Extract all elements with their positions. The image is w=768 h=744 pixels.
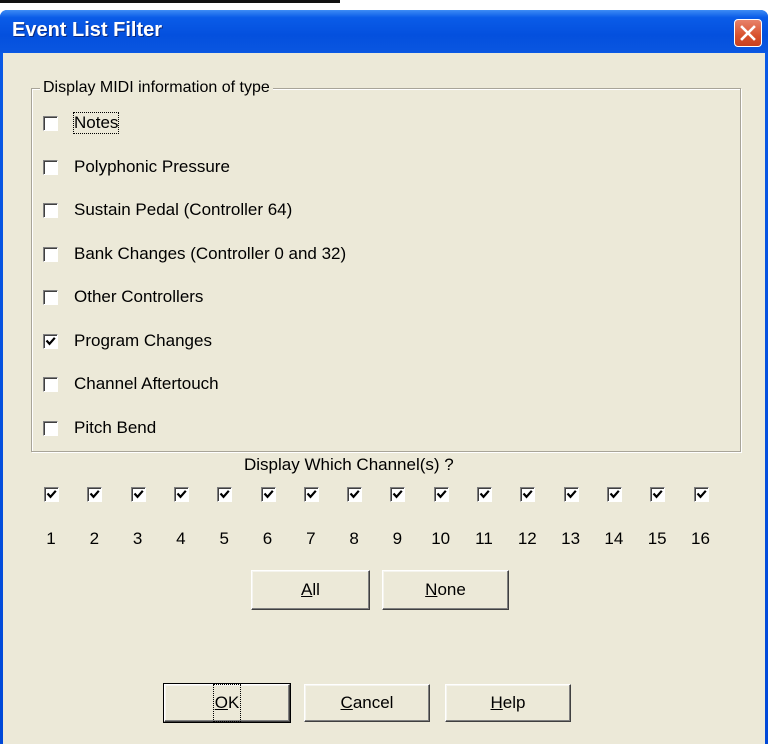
type-checkbox[interactable]	[43, 246, 58, 262]
cancel-button-mnemonic: C	[340, 693, 353, 712]
channel-checkbox[interactable]	[563, 487, 579, 502]
checkmark-icon	[696, 490, 707, 499]
channel-checkbox[interactable]	[87, 487, 103, 502]
type-checkbox-label[interactable]: Sustain Pedal (Controller 64)	[74, 200, 292, 220]
type-checkbox[interactable]	[43, 159, 58, 175]
channel-number: 6	[262, 529, 273, 548]
type-checkbox-label[interactable]: Other Controllers	[74, 287, 203, 307]
none-button[interactable]: None	[382, 570, 509, 610]
channel-number: 11	[475, 529, 493, 548]
window-title: Event List Filter	[12, 19, 163, 41]
type-checkbox[interactable]	[43, 377, 58, 392]
none-button-mnemonic: N	[425, 580, 438, 599]
channels-heading: Display Which Channel(s) ?	[244, 455, 454, 474]
channel-checkbox[interactable]	[347, 487, 363, 502]
checkmark-icon	[45, 336, 56, 345]
channel-number: 8	[349, 529, 359, 548]
close-button[interactable]	[734, 19, 762, 47]
checkmark-icon	[652, 490, 663, 499]
all-button-mnemonic: A	[301, 580, 313, 599]
checkmark-icon	[479, 490, 490, 499]
channel-number: 3	[132, 529, 143, 548]
ok-button[interactable]: OK	[163, 683, 291, 723]
type-checkbox-label[interactable]: Bank Changes (Controller 0 and 32)	[74, 244, 346, 264]
type-checkbox[interactable]	[43, 116, 58, 131]
type-checkbox-label[interactable]: Pitch Bend	[74, 418, 156, 438]
channel-checkbox[interactable]	[303, 487, 319, 502]
ok-button-label: K	[227, 693, 240, 712]
checkmark-icon	[46, 490, 57, 499]
channel-checkbox[interactable]	[173, 487, 189, 502]
channel-number: 16	[691, 529, 710, 548]
channel-number: 7	[306, 529, 316, 548]
channel-checkbox[interactable]	[650, 487, 666, 502]
help-button-label: elp	[502, 693, 526, 712]
checkmark-icon	[393, 490, 404, 499]
cancel-button-label: ancel	[352, 693, 394, 712]
type-checkbox[interactable]	[43, 420, 58, 436]
channel-number: 15	[647, 529, 667, 548]
type-checkbox-label[interactable]: Polyphonic Pressure	[74, 157, 230, 177]
channel-checkbox[interactable]	[433, 487, 449, 502]
channel-checkbox[interactable]	[390, 487, 406, 502]
checkmark-icon	[436, 490, 447, 499]
channel-checkbox[interactable]	[217, 487, 233, 502]
checkmark-icon	[522, 490, 533, 499]
channel-number: 1	[46, 529, 56, 548]
channel-checkbox[interactable]	[477, 487, 492, 502]
channel-number: 10	[431, 529, 451, 548]
checkmark-icon	[306, 490, 317, 499]
channel-checkbox[interactable]	[260, 487, 276, 502]
type-checkbox-label[interactable]: Notes	[72, 112, 120, 134]
type-checkbox-label[interactable]: Program Changes	[74, 331, 212, 351]
ok-button-mnemonic: O	[214, 693, 228, 712]
top-edge-line	[0, 0, 340, 3]
channel-number: 9	[392, 529, 403, 548]
all-button-label: ll	[312, 580, 320, 599]
checkmark-icon	[566, 490, 577, 499]
checkmark-icon	[349, 490, 360, 499]
close-x-icon	[740, 25, 756, 41]
channel-checkbox[interactable]	[130, 487, 146, 502]
checkmark-icon	[133, 490, 144, 499]
channel-number: 2	[89, 529, 100, 548]
channel-number: 13	[561, 529, 581, 548]
midi-type-groupbox	[31, 88, 741, 452]
channel-checkbox[interactable]	[606, 487, 622, 502]
midi-type-group-legend: Display MIDI information of type	[40, 79, 273, 97]
cancel-button[interactable]: Cancel	[304, 684, 430, 722]
type-checkbox-label[interactable]: Channel Aftertouch	[74, 374, 219, 394]
all-button[interactable]: All	[251, 570, 370, 610]
channel-number: 4	[176, 529, 186, 548]
type-checkbox[interactable]	[43, 203, 58, 218]
type-checkbox[interactable]	[43, 290, 58, 305]
channel-checkbox[interactable]	[520, 487, 536, 502]
channel-number: 14	[604, 529, 624, 548]
none-button-label: one	[437, 580, 466, 599]
channel-number: 12	[517, 529, 537, 548]
channel-number: 5	[219, 529, 229, 548]
type-checkbox[interactable]	[43, 333, 58, 349]
checkmark-icon	[219, 490, 230, 499]
help-button[interactable]: Help	[445, 684, 571, 722]
checkmark-icon	[176, 490, 187, 499]
channel-checkbox[interactable]	[693, 487, 709, 502]
checkmark-icon	[89, 490, 100, 499]
help-button-mnemonic: H	[490, 693, 503, 712]
checkmark-icon	[263, 490, 274, 499]
checkmark-icon	[609, 490, 620, 499]
channel-checkbox[interactable]	[44, 487, 59, 502]
